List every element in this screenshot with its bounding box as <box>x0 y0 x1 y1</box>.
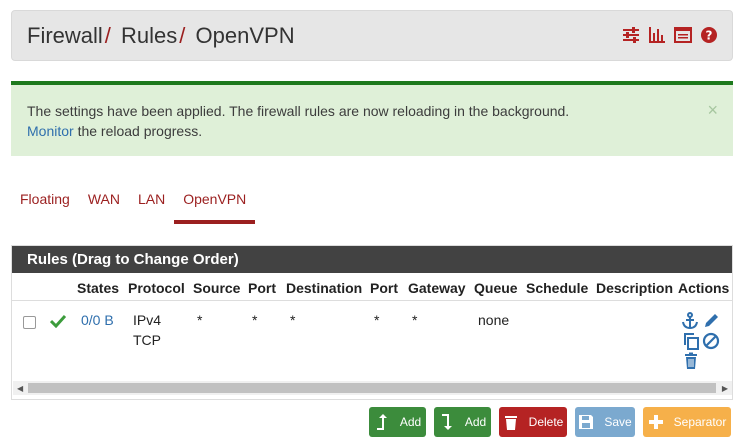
add-bottom-label: Add <box>464 415 487 429</box>
check-icon[interactable] <box>50 314 66 328</box>
source-port-value: * <box>252 312 258 328</box>
panel-title: Rules (Drag to Change Order) <box>12 246 732 273</box>
monitor-link[interactable]: Monitor <box>27 123 74 139</box>
success-alert: The settings have been applied. The fire… <box>11 81 733 156</box>
col-port[interactable]: Port <box>248 280 276 296</box>
col-destination[interactable]: Destination <box>286 280 362 296</box>
plus-icon <box>648 415 663 429</box>
save-icon <box>579 415 594 429</box>
protocol-line1: IPv4 <box>133 312 162 328</box>
delete-label: Delete <box>528 415 564 429</box>
destination-port-value: * <box>374 312 380 328</box>
col-actions: Actions <box>678 280 730 296</box>
separator-label: Separator <box>673 415 727 429</box>
add-top-label: Add <box>399 415 422 429</box>
close-icon[interactable]: × <box>707 100 718 121</box>
arrow-up-icon <box>376 414 387 430</box>
sliders-icon[interactable] <box>622 26 640 44</box>
arrow-down-icon <box>441 414 452 430</box>
separator-button[interactable]: Separator <box>643 407 731 437</box>
interface-tabs: Floating WAN LAN OpenVPN <box>11 188 256 224</box>
tab-floating[interactable]: Floating <box>11 188 79 224</box>
col-schedule[interactable]: Schedule <box>526 280 588 296</box>
breadcrumb-separator: / <box>104 23 111 48</box>
tab-wan[interactable]: WAN <box>79 188 129 224</box>
col-queue[interactable]: Queue <box>474 280 518 296</box>
destination-value: * <box>290 312 296 328</box>
source-value: * <box>197 312 203 328</box>
anchor-icon[interactable] <box>681 312 699 330</box>
col-states[interactable]: States <box>77 280 119 296</box>
breadcrumb-separator: / <box>179 23 186 48</box>
add-top-button[interactable]: Add <box>369 407 426 437</box>
breadcrumb: Firewall/ Rules/ OpenVPN <box>27 23 295 49</box>
edit-icon[interactable] <box>702 312 720 330</box>
disable-icon[interactable] <box>702 332 720 350</box>
tab-openvpn[interactable]: OpenVPN <box>174 188 256 224</box>
gateway-value: * <box>412 312 418 328</box>
col-source[interactable]: Source <box>193 280 240 296</box>
breadcrumb-openvpn: OpenVPN <box>195 23 295 48</box>
alert-second-line: Monitor the reload progress. <box>27 123 202 139</box>
add-bottom-button[interactable]: Add <box>434 407 491 437</box>
alert-message: The settings have been applied. The fire… <box>27 103 570 119</box>
protocol-line2: TCP <box>133 332 161 348</box>
bar-chart-icon[interactable] <box>648 26 666 44</box>
trash-icon <box>504 416 517 430</box>
col-destination-port[interactable]: Port <box>370 280 398 296</box>
table-row[interactable]: 0/0 B IPv4 TCP * * * * * none <box>12 302 732 378</box>
save-label: Save <box>604 415 632 429</box>
queue-value: none <box>478 312 510 328</box>
table-header: States Protocol Source Port Destination … <box>12 273 732 301</box>
scroll-right-icon[interactable]: ▶ <box>722 384 728 393</box>
delete-button[interactable]: Delete <box>499 407 567 437</box>
scrollbar-thumb[interactable] <box>28 383 716 393</box>
trash-icon[interactable] <box>682 352 700 370</box>
rules-panel: Rules (Drag to Change Order) States Prot… <box>11 245 733 400</box>
scroll-left-icon[interactable]: ◀ <box>17 384 23 393</box>
save-button[interactable]: Save <box>575 407 635 437</box>
list-icon[interactable] <box>674 26 692 44</box>
breadcrumb-firewall[interactable]: Firewall <box>27 23 103 48</box>
horizontal-scrollbar[interactable]: ◀ ▶ <box>13 381 732 395</box>
breadcrumb-rules[interactable]: Rules <box>121 23 177 48</box>
tab-lan[interactable]: LAN <box>129 188 174 224</box>
col-protocol[interactable]: Protocol <box>128 280 185 296</box>
header-icons: ? <box>622 26 718 44</box>
alert-link-suffix: the reload progress. <box>73 123 203 139</box>
page-header: Firewall/ Rules/ OpenVPN ? <box>11 10 733 61</box>
col-gateway[interactable]: Gateway <box>408 280 466 296</box>
col-description[interactable]: Description <box>596 280 673 296</box>
copy-icon[interactable] <box>682 332 700 350</box>
row-select-checkbox[interactable] <box>23 316 36 329</box>
help-icon[interactable]: ? <box>700 26 718 44</box>
states-link[interactable]: 0/0 B <box>81 312 114 328</box>
svg-text:?: ? <box>706 29 713 43</box>
